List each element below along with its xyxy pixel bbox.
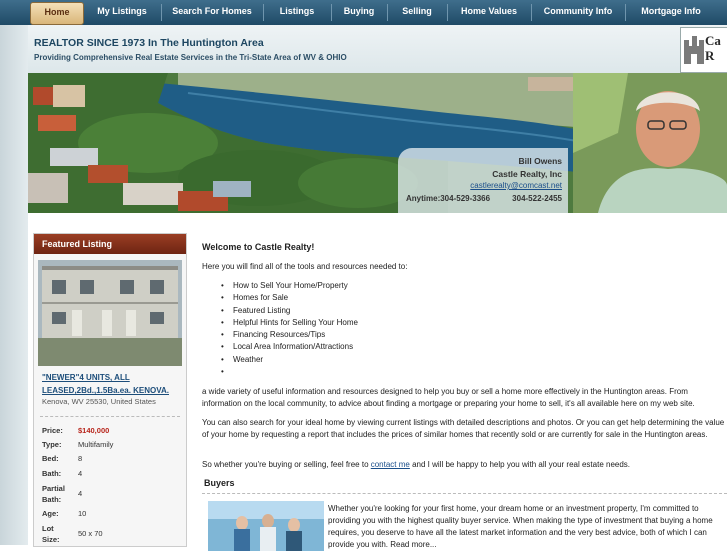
list-item xyxy=(221,366,358,378)
contact-me-link[interactable]: contact me xyxy=(371,460,410,469)
welcome-heading: Welcome to Castle Realty! xyxy=(202,242,315,252)
featured-listing-panel: Featured Listing "NEWER"4 UNITS, ALL LEA… xyxy=(33,233,187,547)
divider xyxy=(202,493,727,494)
featured-listing-photo[interactable] xyxy=(38,260,182,366)
site-header: REALTOR SINCE 1973 In The Huntington Are… xyxy=(28,25,727,74)
nav-selling[interactable]: Selling xyxy=(388,0,446,25)
spec-value: 4 xyxy=(78,489,83,498)
spec-key: Bed: xyxy=(42,454,59,463)
page-title: REALTOR SINCE 1973 In The Huntington Are… xyxy=(34,37,264,49)
list-item: Homes for Sale xyxy=(221,292,358,304)
svg-text:Ca: Ca xyxy=(705,33,721,48)
nav-listings[interactable]: Listings xyxy=(264,0,330,25)
intro-text: Here you will find all of the tools and … xyxy=(202,262,408,271)
main-content: Welcome to Castle Realty! Here you will … xyxy=(201,233,727,551)
list-item: Local Area Information/Attractions xyxy=(221,341,358,353)
page-subtitle: Providing Comprehensive Real Estate Serv… xyxy=(34,53,347,62)
spec-key: Age: xyxy=(42,509,59,518)
main-nav: Home My Listings Search For Homes Listin… xyxy=(0,0,727,25)
spec-value: 4 xyxy=(78,469,83,478)
agent-phone-primary: Anytime:304-529-3366 xyxy=(406,194,491,203)
agent-company: Castle Realty, Inc xyxy=(492,169,562,179)
contact-paragraph: So whether you're buying or selling, fee… xyxy=(202,459,727,471)
nav-home[interactable]: Home xyxy=(30,2,84,25)
spec-key: Bath: xyxy=(42,469,62,478)
list-item: Financing Resources/Tips xyxy=(221,329,358,341)
agent-email-link[interactable]: castlerealty@comcast.net xyxy=(470,181,562,190)
left-gutter xyxy=(0,25,28,545)
nav-community-info[interactable]: Community Info xyxy=(532,0,624,25)
featured-listing-title-link[interactable]: "NEWER"4 UNITS, ALL LEASED,2Bd.,1.5Ba.ea… xyxy=(42,371,182,397)
spec-value: 10 xyxy=(78,509,87,518)
svg-text:R: R xyxy=(705,48,715,63)
featured-listing-heading: Featured Listing xyxy=(34,234,186,254)
body-paragraph: You can also search for your ideal home … xyxy=(202,418,725,439)
spec-value: 8 xyxy=(78,454,83,463)
castle-realty-logo[interactable]: Ca R xyxy=(680,27,727,73)
spec-value: $140,000 xyxy=(78,426,110,435)
spec-value: 50 x 70 xyxy=(78,529,103,538)
tools-list: How to Sell Your Home/Property Homes for… xyxy=(221,280,358,378)
spec-key: Price: xyxy=(42,426,63,435)
nav-buying[interactable]: Buying xyxy=(332,0,386,25)
spec-key: Lot Size: xyxy=(42,524,60,544)
contact-text-before: So whether you're buying or selling, fee… xyxy=(202,460,371,469)
nav-mortgage-info[interactable]: Mortgage Info xyxy=(626,0,716,25)
body-paragraph: a wide variety of useful information and… xyxy=(202,387,695,408)
nav-search-for-homes[interactable]: Search For Homes xyxy=(162,0,262,25)
buyers-text: Whether you're looking for your first ho… xyxy=(328,504,713,549)
agent-name: Bill Owens xyxy=(518,156,562,166)
agent-contact-card: Bill Owens Castle Realty, Inc castlereal… xyxy=(398,148,568,213)
spec-value: Multifamily xyxy=(78,440,114,449)
contact-text-after: and I will be happy to help you with all… xyxy=(409,460,631,469)
list-item: Weather xyxy=(221,354,358,366)
agent-phone-secondary: 304-522-2455 xyxy=(512,194,562,203)
buyers-heading: Buyers xyxy=(204,478,235,488)
spec-key: Partial Bath: xyxy=(42,484,65,504)
list-item: Helpful Hints for Selling Your Home xyxy=(221,317,358,329)
list-item: How to Sell Your Home/Property xyxy=(221,280,358,292)
spec-key: Type: xyxy=(42,440,62,449)
aerial-lake-photo xyxy=(28,73,727,213)
featured-listing-location: Kenova, WV 25530, United States xyxy=(42,397,156,406)
buyers-photo xyxy=(208,501,324,551)
hero-banner: Bill Owens Castle Realty, Inc castlereal… xyxy=(28,73,727,213)
divider xyxy=(40,416,180,417)
list-item: Featured Listing xyxy=(221,305,358,317)
nav-my-listings[interactable]: My Listings xyxy=(84,0,160,25)
nav-home-values[interactable]: Home Values xyxy=(448,0,530,25)
